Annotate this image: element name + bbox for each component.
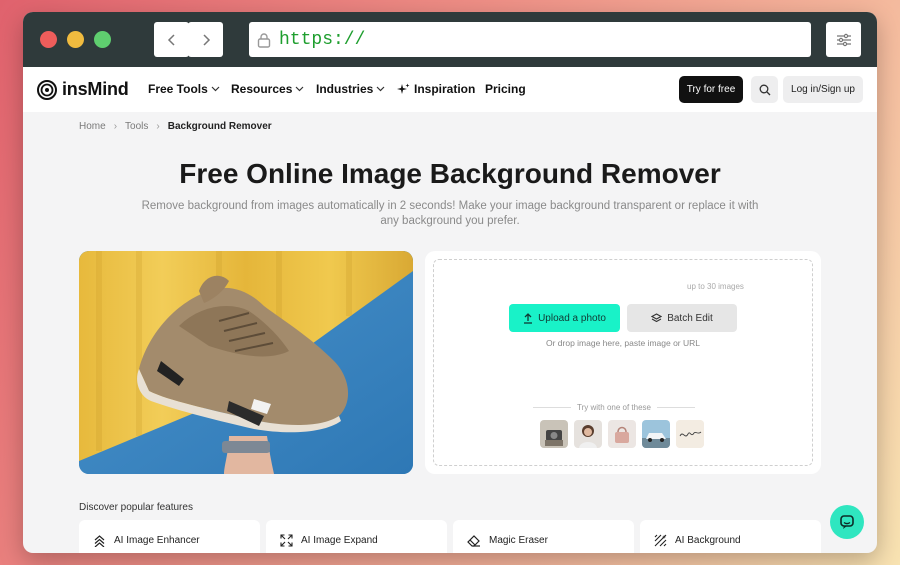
browser-settings-button[interactable] xyxy=(826,22,861,57)
nav-free-tools-label: Free Tools xyxy=(148,82,208,96)
portrait-sample-icon xyxy=(574,420,602,448)
batch-edit-label: Batch Edit xyxy=(667,312,713,324)
handbag-sample-icon xyxy=(608,420,636,448)
brand-logo[interactable]: insMind xyxy=(37,79,129,100)
feature-card-ai-background[interactable]: AI Background xyxy=(640,520,821,553)
chevron-left-icon xyxy=(167,33,175,46)
nav-inspiration-label: Inspiration xyxy=(414,82,476,96)
breadcrumb-tools[interactable]: Tools xyxy=(125,121,148,132)
chevron-right-icon xyxy=(202,33,210,46)
page-title: Free Online Image Background Remover xyxy=(179,158,721,189)
site-header: insMind Free Tools Resources Industries … xyxy=(23,67,877,112)
search-icon xyxy=(759,84,770,95)
brand-name: insMind xyxy=(62,79,129,99)
feature-label: AI Image Enhancer xyxy=(114,534,200,546)
try-samples-divider: Try with one of these xyxy=(533,403,695,412)
upload-photo-button[interactable]: Upload a photo xyxy=(509,304,620,332)
feature-card-magic-eraser[interactable]: Magic Eraser xyxy=(453,520,634,553)
maximize-window-button[interactable] xyxy=(94,31,111,48)
chevron-down-icon xyxy=(376,86,385,92)
sample-image-bag[interactable] xyxy=(608,420,636,448)
back-button[interactable] xyxy=(154,22,189,57)
features-heading: Discover popular features xyxy=(79,502,193,513)
page-subtitle: Remove background from images automatica… xyxy=(141,200,759,227)
sample-image-signature[interactable] xyxy=(676,420,704,448)
sneaker-photo xyxy=(79,251,413,474)
sample-image-car[interactable] xyxy=(642,420,670,448)
try-samples-label: Try with one of these xyxy=(577,403,651,412)
batch-edit-button[interactable]: Batch Edit xyxy=(627,304,737,332)
feature-card-image-enhancer[interactable]: AI Image Enhancer xyxy=(79,520,260,553)
upload-photo-label: Upload a photo xyxy=(538,312,606,324)
breadcrumb-separator-icon: › xyxy=(156,121,160,132)
lock-icon xyxy=(257,32,271,48)
layers-icon xyxy=(651,312,663,322)
feature-label: Magic Eraser xyxy=(489,534,548,546)
chat-support-button[interactable] xyxy=(830,505,864,539)
breadcrumb: Home › Tools › Background Remover xyxy=(79,121,272,132)
browser-window: https:// insMind Free Tools Resources In… xyxy=(23,12,877,553)
eraser-icon xyxy=(467,534,480,547)
browser-toolbar: https:// xyxy=(23,12,877,67)
signature-sample-icon xyxy=(676,420,704,448)
minimize-window-button[interactable] xyxy=(67,31,84,48)
feature-label: AI Background xyxy=(675,534,741,546)
chevron-down-icon xyxy=(295,86,304,92)
login-signup-button[interactable]: Log in/Sign up xyxy=(783,76,863,103)
feature-card-image-expand[interactable]: AI Image Expand xyxy=(266,520,447,553)
logo-spiral-icon xyxy=(37,79,57,100)
sample-image-camera[interactable] xyxy=(540,420,568,448)
drop-hint: Or drop image here, paste image or URL xyxy=(545,338,701,348)
nav-industries[interactable]: Industries xyxy=(316,82,385,96)
search-button[interactable] xyxy=(751,76,778,103)
nav-pricing[interactable]: Pricing xyxy=(485,82,526,96)
nav-resources-label: Resources xyxy=(231,82,293,96)
nav-inspiration[interactable]: Inspiration xyxy=(397,82,475,96)
breadcrumb-home[interactable]: Home xyxy=(79,121,106,132)
try-for-free-button[interactable]: Try for free xyxy=(679,76,743,103)
sample-image-portrait[interactable] xyxy=(574,420,602,448)
upload-panel: up to 30 images Upload a photo Batch Edi… xyxy=(425,251,821,474)
nav-resources[interactable]: Resources xyxy=(231,82,304,96)
nav-pricing-label: Pricing xyxy=(485,82,526,96)
breadcrumb-current: Background Remover xyxy=(167,121,272,132)
sparkle-icon xyxy=(397,83,410,94)
close-window-button[interactable] xyxy=(40,31,57,48)
hero-image xyxy=(79,251,413,474)
nav-free-tools[interactable]: Free Tools xyxy=(148,82,220,96)
expand-arrows-icon xyxy=(280,533,293,547)
batch-note: up to 30 images xyxy=(687,282,744,291)
enhance-chevrons-icon xyxy=(94,534,105,547)
camera-sample-icon xyxy=(540,420,568,448)
upload-icon xyxy=(524,312,533,324)
chevron-down-icon xyxy=(211,86,220,92)
forward-button[interactable] xyxy=(188,22,223,57)
feature-label: AI Image Expand xyxy=(301,534,378,546)
chat-icon xyxy=(840,515,854,529)
breadcrumb-separator-icon: › xyxy=(113,121,118,132)
url-text: https:// xyxy=(279,29,366,50)
nav-industries-label: Industries xyxy=(316,82,374,96)
sliders-icon xyxy=(836,33,851,46)
background-pattern-icon xyxy=(654,534,667,546)
car-sample-icon xyxy=(642,420,670,448)
address-bar[interactable]: https:// xyxy=(249,22,811,57)
